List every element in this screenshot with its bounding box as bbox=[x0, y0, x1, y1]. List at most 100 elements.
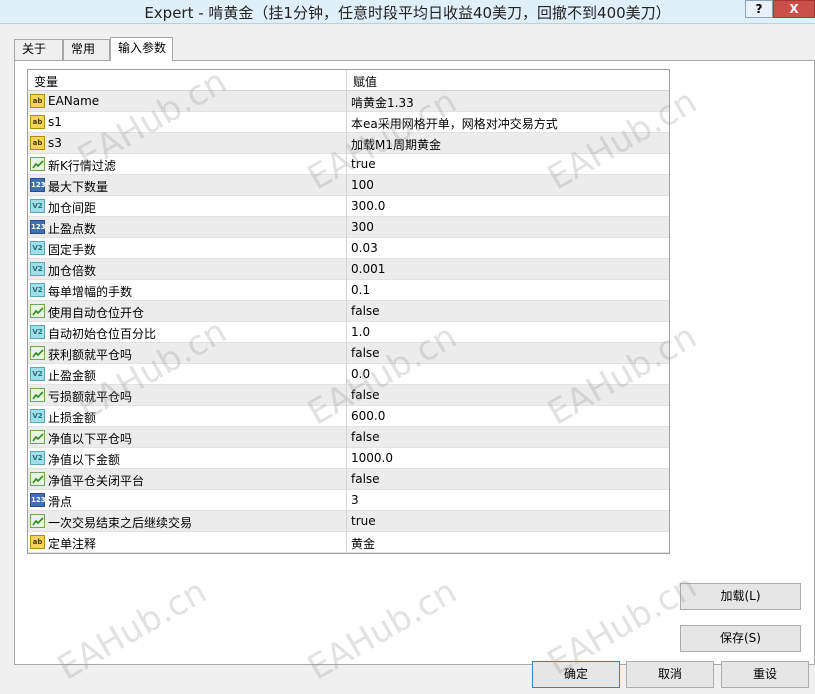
param-value[interactable]: 600.0 bbox=[351, 409, 385, 423]
table-row[interactable]: ab 定单注释 黄金 bbox=[28, 532, 669, 553]
table-row[interactable]: ab s1 本ea采用网格开单，网格对冲交易方式 bbox=[28, 112, 669, 133]
param-name: 滑点 bbox=[48, 495, 73, 509]
close-button[interactable]: X bbox=[773, 0, 815, 18]
double-icon: V2 bbox=[30, 409, 45, 423]
load-button[interactable]: 加载(L) bbox=[680, 583, 801, 610]
table-row[interactable]: V2 净值以下金额 1000.0 bbox=[28, 448, 669, 469]
param-name: 一次交易结束之后继续交易 bbox=[48, 516, 193, 530]
param-value[interactable]: true bbox=[351, 514, 376, 528]
param-value[interactable]: false bbox=[351, 388, 380, 402]
double-icon: V2 bbox=[30, 262, 45, 276]
param-name: 固定手数 bbox=[48, 243, 97, 257]
cancel-button[interactable]: 取消 bbox=[626, 661, 714, 688]
help-button[interactable]: ? bbox=[745, 0, 773, 18]
param-value[interactable]: 黄金 bbox=[351, 535, 375, 552]
integer-icon: 123 bbox=[30, 220, 46, 234]
table-row[interactable]: 净值以下平仓吗 false bbox=[28, 427, 669, 448]
bool-icon bbox=[30, 472, 45, 486]
save-button[interactable]: 保存(S) bbox=[680, 625, 801, 652]
bool-icon bbox=[30, 388, 45, 402]
param-value[interactable]: 0.0 bbox=[351, 367, 370, 381]
ab-icon: ab bbox=[30, 535, 45, 549]
param-value[interactable]: 0.1 bbox=[351, 283, 370, 297]
table-row[interactable]: V2 自动初始仓位百分比 1.0 bbox=[28, 322, 669, 343]
param-value[interactable]: false bbox=[351, 346, 380, 360]
bool-icon bbox=[30, 157, 45, 171]
param-name: 自动初始仓位百分比 bbox=[48, 327, 157, 341]
param-name: s1 bbox=[48, 115, 62, 129]
table-row[interactable]: V2 每单增幅的手数 0.1 bbox=[28, 280, 669, 301]
double-icon: V2 bbox=[30, 199, 45, 213]
ok-button[interactable]: 确定 bbox=[532, 661, 620, 688]
table-row[interactable]: ab EAName 啃黄金1.33 bbox=[28, 91, 669, 112]
param-name: 止盈金额 bbox=[48, 369, 97, 383]
param-name: 净值以下金额 bbox=[48, 453, 121, 467]
grid-rows: ab EAName 啃黄金1.33 ab s1 本ea采用网格开单，网格对冲交易方式 ab s… bbox=[28, 91, 669, 553]
double-icon: V2 bbox=[30, 283, 45, 297]
table-row[interactable]: 123 最大下数量 100 bbox=[28, 175, 669, 196]
param-value[interactable]: 1000.0 bbox=[351, 451, 393, 465]
param-name: 每单增幅的手数 bbox=[48, 285, 133, 299]
param-value[interactable]: 本ea采用网格开单，网格对冲交易方式 bbox=[351, 115, 558, 132]
ab-icon: ab bbox=[30, 115, 45, 129]
integer-icon: 123 bbox=[30, 493, 46, 507]
reset-button[interactable]: 重设 bbox=[721, 661, 809, 688]
param-name: EAName bbox=[48, 94, 100, 108]
table-row[interactable]: 使用自动仓位开仓 false bbox=[28, 301, 669, 322]
table-row[interactable]: 净值平仓关闭平台 false bbox=[28, 469, 669, 490]
tab-about[interactable]: 关于 bbox=[14, 39, 63, 60]
param-name: 使用自动仓位开仓 bbox=[48, 306, 145, 320]
bool-icon bbox=[30, 514, 45, 528]
param-value[interactable]: 100 bbox=[351, 178, 374, 192]
param-value[interactable]: 0.03 bbox=[351, 241, 378, 255]
ab-icon: ab bbox=[30, 94, 45, 108]
table-row[interactable]: V2 加仓间距 300.0 bbox=[28, 196, 669, 217]
window-title: Expert - 啃黄金（挂1分钟，任意时段平均日收益40美刀，回撤不到400美… bbox=[144, 4, 671, 22]
double-icon: V2 bbox=[30, 451, 45, 465]
param-name: 新K行情过滤 bbox=[48, 159, 116, 173]
param-value[interactable]: false bbox=[351, 472, 380, 486]
param-value[interactable]: 3 bbox=[351, 493, 359, 507]
bool-icon bbox=[30, 346, 45, 360]
param-name: 定单注释 bbox=[48, 537, 97, 551]
param-value[interactable]: true bbox=[351, 157, 376, 171]
bool-icon bbox=[30, 430, 45, 444]
bool-icon bbox=[30, 304, 45, 318]
double-icon: V2 bbox=[30, 367, 45, 381]
grid-header: 变量 赋值 bbox=[28, 70, 669, 91]
param-value[interactable]: 300.0 bbox=[351, 199, 385, 213]
tab-common[interactable]: 常用 bbox=[63, 39, 110, 60]
table-row[interactable]: V2 固定手数 0.03 bbox=[28, 238, 669, 259]
table-row[interactable]: 亏损额就平仓吗 false bbox=[28, 385, 669, 406]
table-row[interactable]: V2 止损金额 600.0 bbox=[28, 406, 669, 427]
tab-inputs[interactable]: 输入参数 bbox=[110, 37, 173, 61]
double-icon: V2 bbox=[30, 325, 45, 339]
table-row[interactable]: V2 加仓倍数 0.001 bbox=[28, 259, 669, 280]
param-value[interactable]: 1.0 bbox=[351, 325, 370, 339]
param-name: 止盈点数 bbox=[48, 222, 97, 236]
column-separator bbox=[346, 70, 347, 553]
param-value[interactable]: 加载M1周期黄金 bbox=[351, 136, 441, 153]
param-value[interactable]: 啃黄金1.33 bbox=[351, 94, 414, 111]
table-row[interactable]: 一次交易结束之后继续交易 true bbox=[28, 511, 669, 532]
ab-icon: ab bbox=[30, 136, 45, 150]
param-value[interactable]: false bbox=[351, 430, 380, 444]
table-row[interactable]: ab s3 加载M1周期黄金 bbox=[28, 133, 669, 154]
param-value[interactable]: false bbox=[351, 304, 380, 318]
header-value: 赋值 bbox=[353, 75, 378, 89]
param-name: 亏损额就平仓吗 bbox=[48, 390, 133, 404]
table-row[interactable]: V2 止盈金额 0.0 bbox=[28, 364, 669, 385]
param-name: 净值平仓关闭平台 bbox=[48, 474, 145, 488]
param-name: 止损金额 bbox=[48, 411, 97, 425]
param-name: 最大下数量 bbox=[48, 180, 109, 194]
double-icon: V2 bbox=[30, 241, 45, 255]
param-value[interactable]: 0.001 bbox=[351, 262, 385, 276]
param-value[interactable]: 300 bbox=[351, 220, 374, 234]
table-row[interactable]: 123 止盈点数 300 bbox=[28, 217, 669, 238]
param-name: 加仓倍数 bbox=[48, 264, 97, 278]
table-row[interactable]: 123 滑点 3 bbox=[28, 490, 669, 511]
parameters-grid: 变量 赋值 ab EAName 啃黄金1.33 ab s1 本ea采用网格开单，网格对冲交… bbox=[27, 69, 670, 554]
table-row[interactable]: 新K行情过滤 true bbox=[28, 154, 669, 175]
param-name: 加仓间距 bbox=[48, 201, 97, 215]
table-row[interactable]: 获利额就平仓吗 false bbox=[28, 343, 669, 364]
